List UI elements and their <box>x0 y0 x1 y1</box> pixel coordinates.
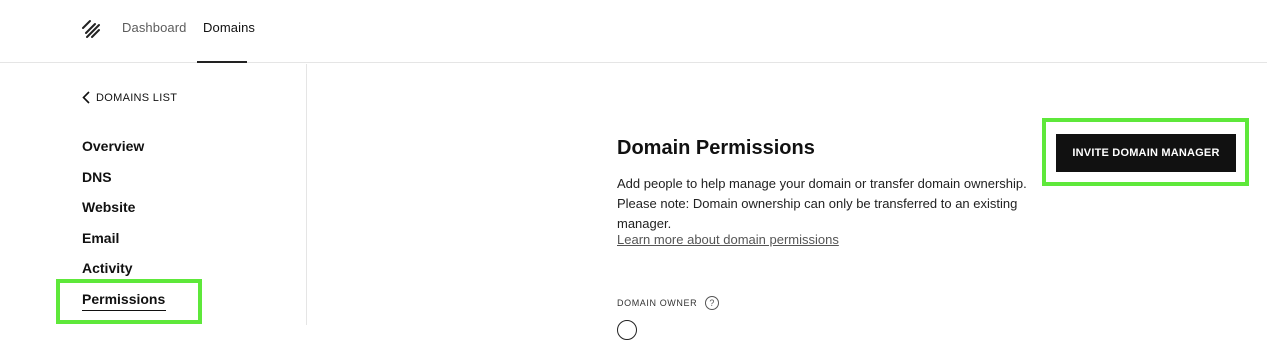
sidebar-item-dns[interactable]: DNS <box>82 169 112 185</box>
learn-more-link[interactable]: Learn more about domain permissions <box>617 232 839 247</box>
permissions-highlight-box <box>56 279 202 324</box>
sidebar-item-website[interactable]: Website <box>82 199 135 215</box>
help-icon[interactable]: ? <box>705 296 720 310</box>
sidebar-item-email[interactable]: Email <box>82 230 119 246</box>
sidebar-item-activity[interactable]: Activity <box>82 260 133 276</box>
nav-domains-link[interactable]: Domains <box>203 20 255 35</box>
back-label: DOMAINS LIST <box>96 91 178 104</box>
domain-owner-text: DOMAIN OWNER <box>617 298 698 308</box>
domain-owner-label: DOMAIN OWNER ? <box>617 296 720 310</box>
active-nav-indicator <box>197 61 247 63</box>
chevron-left-icon <box>82 91 90 104</box>
owner-avatar <box>617 320 637 340</box>
invite-domain-manager-button[interactable]: INVITE DOMAIN MANAGER <box>1056 134 1236 172</box>
page-title: Domain Permissions <box>617 137 815 159</box>
permissions-description: Add people to help manage your domain or… <box>617 176 1027 231</box>
top-navigation-bar: Dashboard Domains <box>0 0 1267 63</box>
back-to-domains-list[interactable]: DOMAINS LIST <box>82 91 177 104</box>
squarespace-logo-icon[interactable] <box>80 18 102 40</box>
sidebar-item-overview[interactable]: Overview <box>82 138 144 154</box>
nav-dashboard-link[interactable]: Dashboard <box>122 20 187 35</box>
